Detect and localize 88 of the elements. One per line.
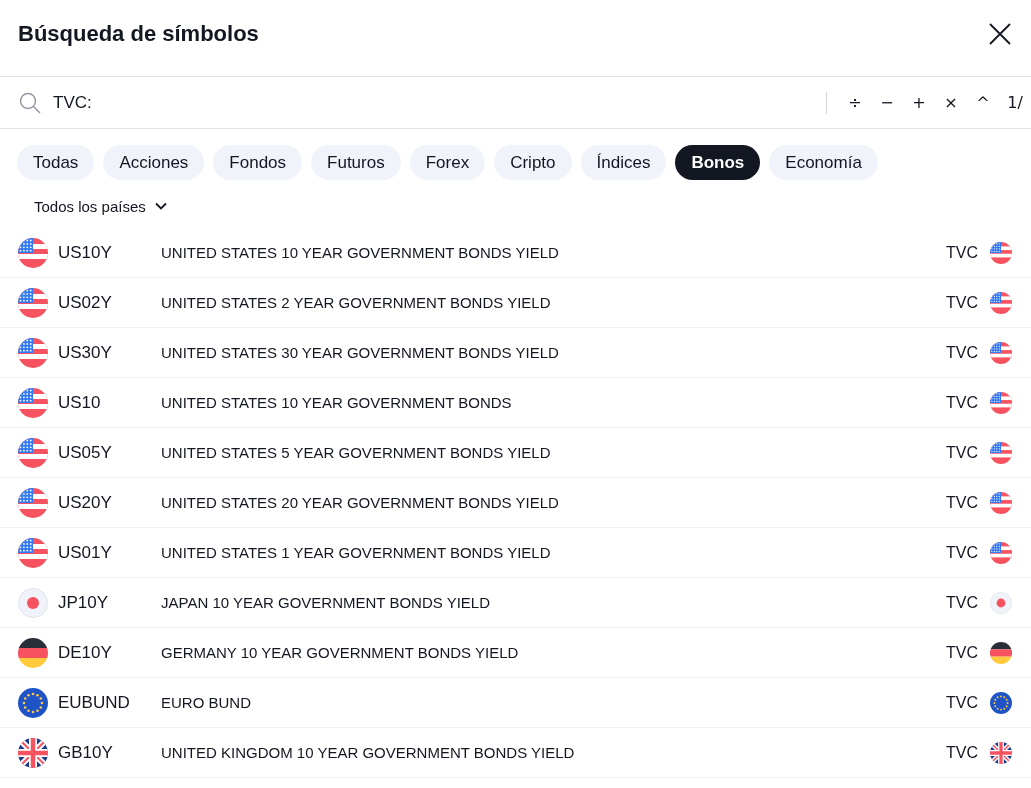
- us-flag-icon: [18, 237, 48, 268]
- exchange-text: TVC: [946, 343, 978, 362]
- operator-key[interactable]: ^: [967, 88, 999, 117]
- symbol-text: US20Y: [58, 492, 113, 513]
- operator-key[interactable]: 1/: [999, 88, 1031, 117]
- country-dropdown[interactable]: Todos los países: [26, 192, 175, 220]
- search-field[interactable]: TVC:: [53, 92, 826, 113]
- symbol-description: UNITED STATES 2 YEAR GOVERNMENT BONDS YIELD: [161, 294, 552, 311]
- symbol-text: US01Y: [58, 542, 113, 563]
- symbol-description: UNITED STATES 30 YEAR GOVERNMENT BONDS YIELD: [161, 344, 560, 361]
- symbol-description: UNITED STATES 10 YEAR GOVERNMENT BONDS YIELD: [161, 244, 560, 261]
- exchange-text: TVC: [946, 693, 978, 712]
- us-flag-icon: [990, 541, 1012, 564]
- category-tab[interactable]: Índices: [580, 145, 667, 180]
- operator-key[interactable]: ×: [935, 88, 967, 117]
- symbol-row[interactable]: JP10Y JAPAN 10 YEAR GOVERNMENT BONDS YIELD TVC: [0, 578, 1031, 628]
- us-flag-icon: [18, 487, 48, 518]
- us-flag-icon: [18, 387, 48, 418]
- symbol-text: US05Y: [58, 442, 113, 463]
- symbol-text: US02Y: [58, 292, 113, 313]
- symbol-row[interactable]: GB10Y UNITED KINGDOM 10 YEAR GOVERNMENT BONDS YIELD TVC: [0, 728, 1031, 778]
- close-button[interactable]: [988, 21, 1012, 46]
- jp-flag-icon: [990, 591, 1012, 614]
- exchange-text: TVC: [946, 543, 978, 562]
- exchange-text: TVC: [946, 293, 978, 312]
- symbol-row[interactable]: US30Y UNITED STATES 30 YEAR GOVERNMENT BONDS YIELD TVC: [0, 328, 1031, 378]
- exchange-text: TVC: [946, 493, 978, 512]
- eu-flag-icon: [18, 687, 48, 718]
- category-tab[interactable]: Fondos: [213, 145, 303, 180]
- us-flag-icon: [990, 391, 1012, 414]
- us-flag-icon: [990, 441, 1012, 464]
- symbol-text: US10: [58, 392, 102, 413]
- category-tab[interactable]: Futuros: [311, 145, 401, 180]
- symbol-row[interactable]: US02Y UNITED STATES 2 YEAR GOVERNMENT BONDS YIELD TVC: [0, 278, 1031, 328]
- search-icon: [19, 91, 41, 114]
- us-flag-icon: [990, 341, 1012, 364]
- exchange-text: TVC: [946, 443, 978, 462]
- close-icon: [989, 22, 1011, 45]
- gb-flag-icon: [990, 741, 1012, 764]
- symbol-description: GERMANY 10 YEAR GOVERNMENT BONDS YIELD: [161, 644, 520, 661]
- symbol-description: EURO BUND: [161, 694, 252, 711]
- symbol-row[interactable]: US10 UNITED STATES 10 YEAR GOVERNMENT BONDS TVC: [0, 378, 1031, 428]
- symbol-text: GB10Y: [58, 742, 114, 763]
- operator-key[interactable]: ÷: [839, 88, 871, 117]
- operator-key[interactable]: −: [871, 88, 903, 117]
- de-flag-icon: [990, 641, 1012, 664]
- category-tab[interactable]: Cripto: [494, 145, 572, 180]
- category-tab[interactable]: Bonos: [675, 145, 761, 180]
- symbol-text: EUBUND: [58, 692, 131, 713]
- category-tab[interactable]: Economía: [769, 145, 878, 180]
- symbol-row[interactable]: DE10Y GERMANY 10 YEAR GOVERNMENT BONDS YIELD TVC: [0, 628, 1031, 678]
- symbol-description: JAPAN 10 YEAR GOVERNMENT BONDS YIELD: [161, 594, 491, 611]
- symbol-description: UNITED STATES 20 YEAR GOVERNMENT BONDS YIELD: [161, 494, 560, 511]
- dialog-title: Búsqueda de símbolos: [18, 20, 259, 48]
- exchange-text: TVC: [946, 743, 978, 762]
- jp-flag-icon: [18, 587, 48, 618]
- eu-flag-icon: [990, 691, 1012, 714]
- symbol-description: UNITED KINGDOM 10 YEAR GOVERNMENT BONDS YIELD: [161, 744, 576, 761]
- symbol-row[interactable]: US05Y UNITED STATES 5 YEAR GOVERNMENT BONDS YIELD TVC: [0, 428, 1031, 478]
- symbol-text: JP10Y: [58, 592, 110, 613]
- category-tab[interactable]: Todas: [17, 145, 95, 180]
- symbol-text: DE10Y: [58, 642, 113, 663]
- us-flag-icon: [990, 241, 1012, 264]
- symbol-description: UNITED STATES 10 YEAR GOVERNMENT BONDS: [161, 394, 513, 411]
- us-flag-icon: [990, 491, 1012, 514]
- exchange-text: TVC: [946, 243, 978, 262]
- exchange-text: TVC: [946, 593, 978, 612]
- symbol-row[interactable]: US01Y UNITED STATES 1 YEAR GOVERNMENT BONDS YIELD TVC: [0, 528, 1031, 578]
- symbol-row[interactable]: EUBUND EURO BUND TVC: [0, 678, 1031, 728]
- symbol-row[interactable]: US10Y UNITED STATES 10 YEAR GOVERNMENT BONDS YIELD TVC: [0, 228, 1031, 278]
- category-tab[interactable]: Acciones: [103, 145, 205, 180]
- us-flag-icon: [18, 337, 48, 368]
- exchange-text: TVC: [946, 643, 978, 662]
- de-flag-icon: [18, 637, 48, 668]
- symbol-description: UNITED STATES 1 YEAR GOVERNMENT BONDS YIELD: [161, 544, 552, 561]
- symbol-text: US10Y: [58, 242, 113, 263]
- exchange-text: TVC: [946, 393, 978, 412]
- us-flag-icon: [18, 437, 48, 468]
- category-tab[interactable]: Forex: [409, 145, 486, 180]
- chevron-down-icon: [154, 202, 167, 210]
- symbol-text: US30Y: [58, 342, 113, 363]
- symbol-row[interactable]: US20Y UNITED STATES 20 YEAR GOVERNMENT BONDS YIELD TVC: [0, 478, 1031, 528]
- symbol-description: UNITED STATES 5 YEAR GOVERNMENT BONDS YIELD: [161, 444, 552, 461]
- us-flag-icon: [990, 291, 1012, 314]
- operator-key[interactable]: +: [903, 88, 935, 117]
- gb-flag-icon: [18, 737, 48, 768]
- us-flag-icon: [18, 287, 48, 318]
- us-flag-icon: [18, 537, 48, 568]
